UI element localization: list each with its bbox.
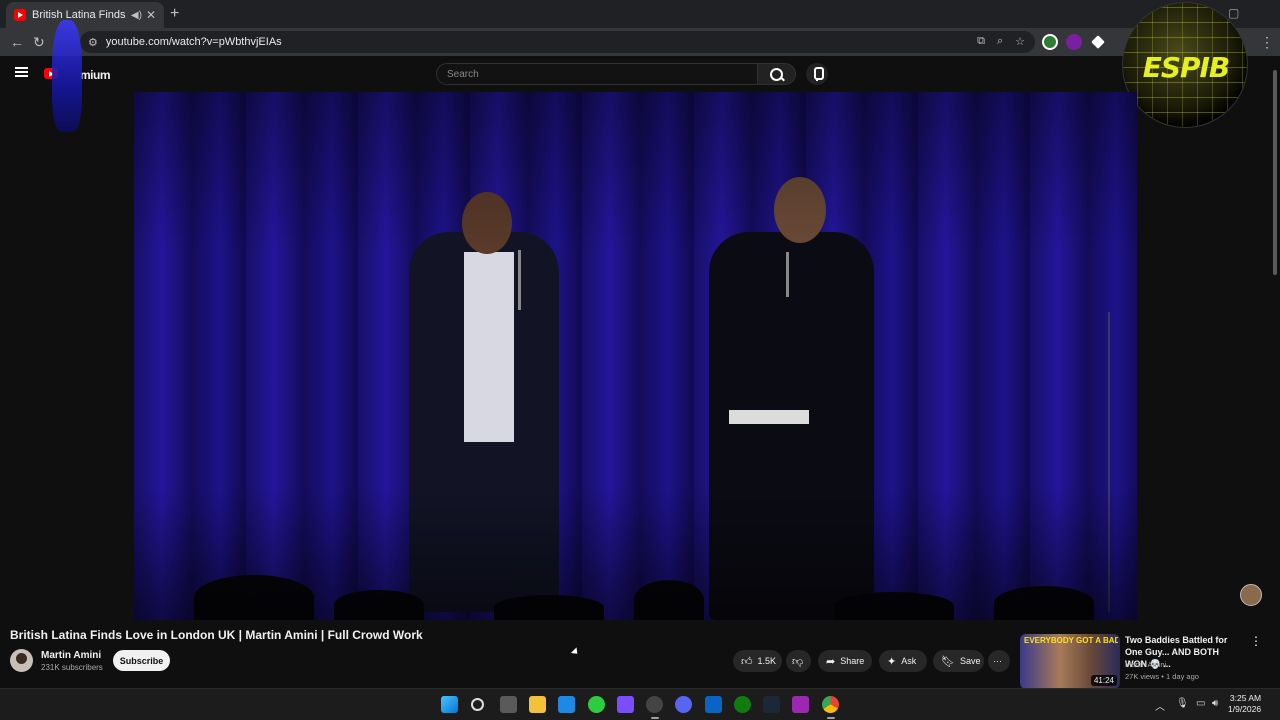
active-app-indicator bbox=[651, 717, 659, 719]
steam-icon[interactable] bbox=[763, 696, 780, 713]
globe-logo-overlay: ESPIB bbox=[1122, 2, 1248, 128]
like-count: 1.5K bbox=[757, 656, 777, 666]
browser-toolbar: ← ↻ ⚙ youtube.com/watch?v=pWbthvjEIAs ⧉ … bbox=[0, 28, 1280, 56]
bookmark-icon: 🔖︎ bbox=[941, 655, 955, 668]
thumbs-up-icon: 👍︎ bbox=[741, 655, 753, 668]
back-icon[interactable]: ← bbox=[10, 34, 24, 50]
browser-tab[interactable]: British Latina Finds Love in ◀) ✕ bbox=[6, 2, 164, 28]
bookmark-star-icon[interactable]: ☆ bbox=[1015, 35, 1025, 48]
new-tab-button[interactable]: + bbox=[170, 5, 179, 23]
comedian-right-shirt-hem bbox=[729, 410, 809, 424]
app-icon[interactable] bbox=[792, 696, 809, 713]
extension-icon[interactable] bbox=[1042, 34, 1058, 50]
microphone-right-icon bbox=[786, 252, 789, 297]
youtube-favicon-icon bbox=[14, 9, 26, 21]
discord-icon[interactable] bbox=[675, 696, 692, 713]
comedian-left-head bbox=[462, 192, 512, 254]
microphone-left-icon bbox=[518, 250, 521, 310]
mail-icon[interactable] bbox=[705, 696, 722, 713]
subscriber-count: 231K subscribers bbox=[41, 663, 103, 672]
recommended-video-meta: 27K views • 1 day ago bbox=[1125, 672, 1199, 681]
chrome-menu-icon[interactable]: ⋮ bbox=[1260, 34, 1274, 51]
system-clock[interactable]: 3:25 AM 1/9/2026 bbox=[1228, 693, 1261, 715]
ask-label: Ask bbox=[901, 656, 917, 666]
comedian-left-shirt bbox=[464, 252, 514, 442]
youtube-header: mium Search bbox=[0, 56, 1280, 92]
audience-silhouette bbox=[634, 580, 704, 620]
floating-avatar[interactable] bbox=[1240, 584, 1262, 606]
channel-name[interactable]: Martin Amini bbox=[41, 650, 101, 661]
scrollbar-thumb[interactable] bbox=[1273, 70, 1277, 275]
subscribe-button[interactable]: Subscribe bbox=[113, 650, 170, 671]
video-player[interactable] bbox=[134, 92, 1137, 620]
more-actions-button[interactable]: ··· bbox=[988, 650, 1010, 672]
obs-icon[interactable] bbox=[646, 696, 663, 713]
like-button[interactable]: 👍︎ 1.5K bbox=[733, 650, 782, 672]
microphone-icon[interactable]: 🎙︎ bbox=[1176, 698, 1189, 709]
comedian-right bbox=[709, 232, 874, 620]
ask-button[interactable]: ✦ Ask bbox=[879, 650, 927, 672]
save-button[interactable]: 🔖︎ Save bbox=[933, 650, 984, 672]
thumbs-down-icon: 👎︎ bbox=[792, 655, 804, 668]
save-label: Save bbox=[959, 656, 981, 666]
xbox-icon[interactable] bbox=[734, 696, 751, 713]
globe-logo-text: ESPIB bbox=[1142, 51, 1231, 84]
comedian-left bbox=[409, 232, 559, 612]
share-button[interactable]: ➦ Share bbox=[818, 650, 872, 672]
search-icon[interactable] bbox=[471, 698, 484, 711]
windows-start-icon[interactable] bbox=[441, 696, 458, 713]
sparkle-icon: ✦ bbox=[887, 655, 897, 668]
audience-silhouette bbox=[334, 590, 424, 620]
stage-mic-stand bbox=[1108, 312, 1110, 612]
maximize-button[interactable]: ▢ bbox=[1228, 6, 1239, 20]
channel-avatar[interactable] bbox=[10, 649, 33, 672]
voice-search-icon[interactable] bbox=[806, 63, 828, 85]
clock-time: 3:25 AM bbox=[1229, 693, 1262, 703]
tab-title: British Latina Finds Love in bbox=[32, 9, 127, 21]
youtube-brand-text[interactable]: mium bbox=[80, 68, 111, 82]
audience-silhouette bbox=[994, 586, 1094, 620]
tab-close-button[interactable]: ✕ bbox=[146, 8, 156, 22]
clock-date: 1/9/2026 bbox=[1228, 704, 1262, 714]
chrome-icon[interactable] bbox=[822, 696, 839, 713]
search-button[interactable] bbox=[758, 63, 796, 85]
file-explorer-icon[interactable] bbox=[529, 696, 546, 713]
more-horizontal-icon: ··· bbox=[993, 656, 1002, 666]
address-bar[interactable]: ⚙ youtube.com/watch?v=pWbthvjEIAs ⧉ ⌕ ☆ bbox=[80, 31, 1035, 53]
extension-icon[interactable] bbox=[1066, 34, 1082, 50]
thumbnail-caption: EVERYBODY GOT A BADDIE bbox=[1024, 636, 1118, 645]
video-title: British Latina Finds Love in London UK |… bbox=[10, 628, 423, 642]
audience-silhouette bbox=[494, 595, 604, 620]
comedian-right-head bbox=[774, 177, 826, 243]
desktop-overlay-figure bbox=[52, 20, 82, 132]
task-view-icon[interactable] bbox=[500, 696, 517, 713]
share-arrow-icon: ➦ bbox=[826, 655, 836, 668]
speaker-icon[interactable]: ◀) bbox=[131, 10, 142, 21]
mouse-cursor-icon bbox=[570, 647, 581, 657]
browser-tab-strip: British Latina Finds Love in ◀) ✕ + – ▢ bbox=[0, 0, 1280, 28]
recommended-video-channel[interactable]: Martin Amini bbox=[1125, 660, 1166, 669]
recommended-video-thumbnail[interactable]: EVERYBODY GOT A BADDIE 41:24 bbox=[1020, 634, 1120, 689]
network-icon[interactable]: ▭ bbox=[1196, 698, 1205, 709]
url-text: youtube.com/watch?v=pWbthvjEIAs bbox=[105, 36, 282, 48]
video-duration-badge: 41:24 bbox=[1090, 675, 1117, 686]
windows-taskbar: ︿ 🎙︎ ▭ 🔊︎ 3:25 AM 1/9/2026 bbox=[0, 688, 1280, 720]
tray-chevron-icon[interactable]: ︿ bbox=[1155, 698, 1165, 713]
active-app-indicator bbox=[827, 717, 835, 719]
site-info-icon[interactable]: ⚙ bbox=[88, 36, 98, 49]
audience-silhouette bbox=[194, 575, 314, 620]
search-input[interactable]: Search bbox=[436, 63, 758, 85]
zoom-icon[interactable]: ⌕ bbox=[997, 35, 1003, 48]
cast-icon[interactable]: ⧉ bbox=[977, 35, 985, 48]
reload-icon[interactable]: ↻ bbox=[33, 34, 45, 51]
store-icon[interactable] bbox=[558, 696, 575, 713]
menu-icon[interactable] bbox=[15, 67, 28, 77]
app-grid-icon[interactable] bbox=[617, 696, 634, 713]
more-vertical-icon[interactable]: ⋮ bbox=[1250, 634, 1262, 648]
share-label: Share bbox=[840, 656, 865, 666]
dislike-button[interactable]: 👎︎ bbox=[786, 650, 811, 672]
xbox-game-icon[interactable] bbox=[588, 696, 605, 713]
audience-silhouette bbox=[834, 592, 954, 620]
volume-icon[interactable]: 🔊︎ bbox=[1212, 698, 1218, 709]
